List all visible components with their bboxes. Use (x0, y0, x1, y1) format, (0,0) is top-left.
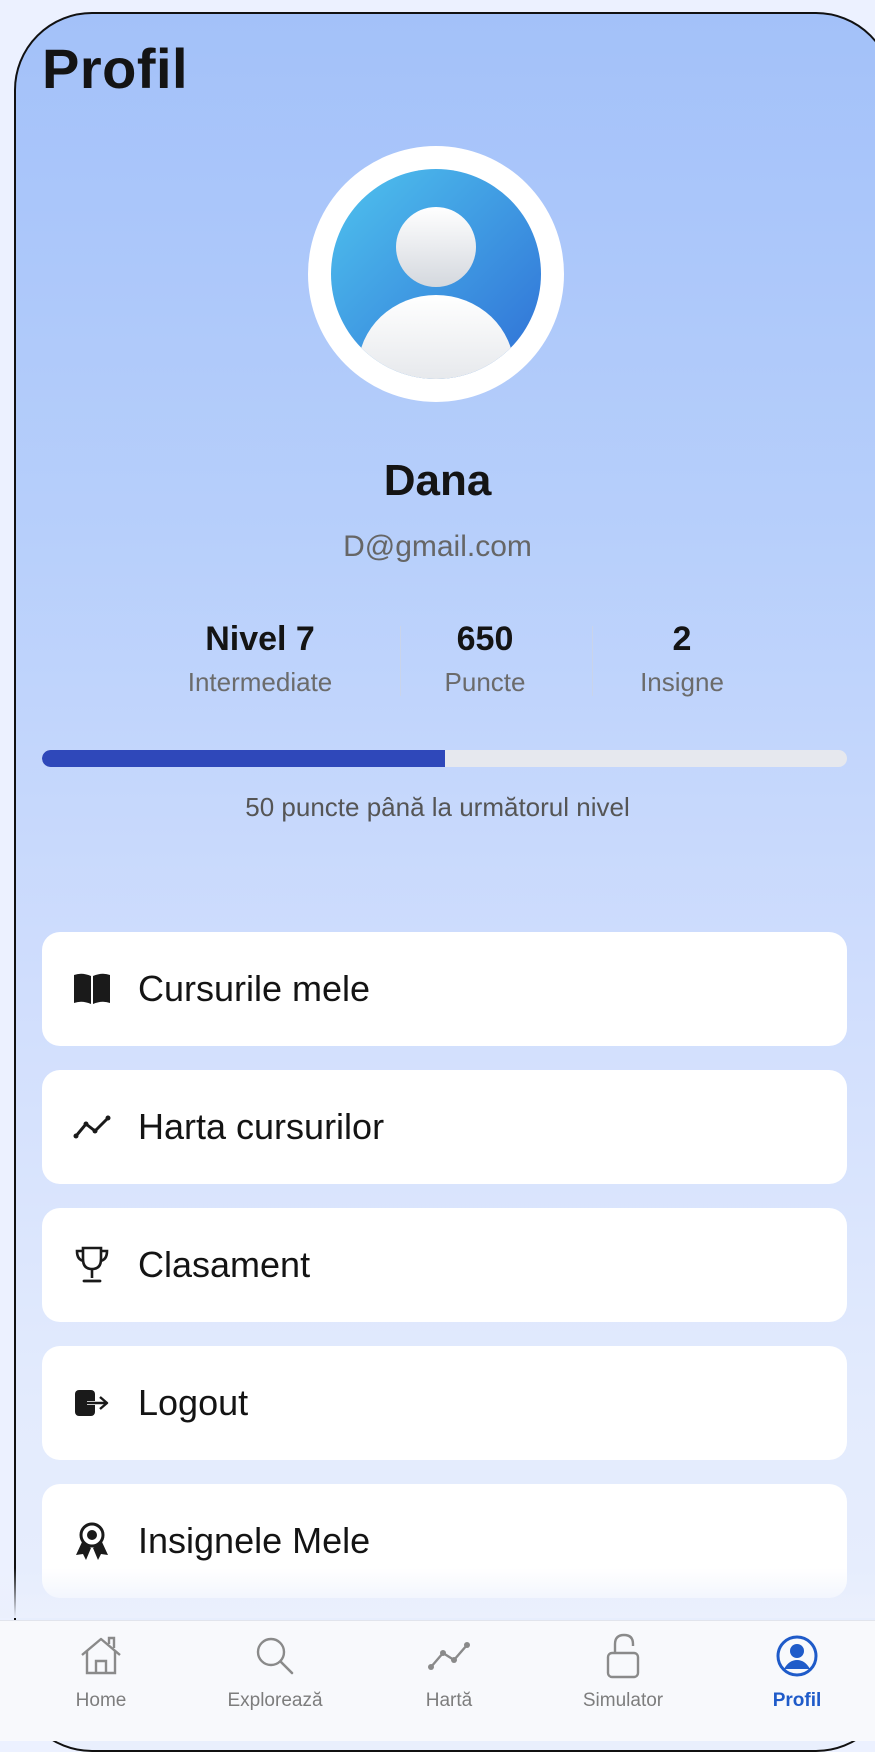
stat-badges: 2 Insigne (572, 620, 792, 698)
logout-icon (72, 1383, 112, 1423)
trend-line-icon (374, 1626, 524, 1686)
stat-label: Intermediate (187, 667, 333, 697)
stat-label: Insigne (640, 667, 724, 697)
unlock-icon (548, 1626, 698, 1686)
tab-harta[interactable]: Hartă (374, 1626, 524, 1712)
tab-exploreaza[interactable]: Explorează (200, 1626, 350, 1712)
tab-label: Hartă (425, 1690, 473, 1711)
stat-points: 650 Puncte (375, 620, 595, 698)
trend-line-icon (72, 1107, 112, 1147)
menu-item-label: Harta cursurilor (138, 1106, 385, 1147)
stat-value: 2 (672, 620, 692, 658)
search-icon (200, 1626, 350, 1686)
stat-level: Nivel 7 Intermediate (150, 620, 370, 698)
tab-profil[interactable]: Profil (722, 1626, 872, 1712)
stat-value: 650 (456, 620, 514, 658)
profile-email: D@gmail.com (343, 530, 532, 563)
book-icon (72, 969, 112, 1009)
tab-label: Simulator (582, 1690, 664, 1711)
menu-item-label: Cursurile mele (138, 968, 371, 1009)
stat-label: Puncte (444, 667, 526, 697)
avatar[interactable] (308, 146, 564, 402)
tab-label: Profil (772, 1690, 822, 1711)
tab-home[interactable]: Home (26, 1626, 176, 1712)
user-circle-icon (722, 1626, 872, 1686)
progress-label: 50 puncte până la următorul nivel (245, 792, 630, 822)
stat-value: Nivel 7 (205, 620, 315, 658)
menu-item-harta-cursurilor[interactable]: Harta cursurilor (42, 1070, 847, 1184)
award-icon (72, 1521, 112, 1561)
user-avatar-icon (331, 169, 541, 379)
menu-item-label: Insignele Mele (138, 1520, 371, 1561)
menu-item-logout[interactable]: Logout (42, 1346, 847, 1460)
home-icon (26, 1626, 176, 1686)
profile-name: Dana (383, 456, 492, 505)
level-progress-fill (42, 750, 445, 767)
menu-item-label: Clasament (138, 1244, 311, 1285)
scroll-fade (0, 1568, 875, 1618)
menu-item-clasament[interactable]: Clasament (42, 1208, 847, 1322)
page-title: Profil (42, 37, 189, 100)
level-progress-bar (42, 750, 847, 767)
tab-label: Home (75, 1690, 127, 1711)
menu-item-cursurile-mele[interactable]: Cursurile mele (42, 932, 847, 1046)
menu-item-label: Logout (138, 1382, 249, 1423)
tab-label: Explorează (227, 1690, 323, 1711)
tab-simulator[interactable]: Simulator (548, 1626, 698, 1712)
trophy-icon (72, 1245, 112, 1285)
